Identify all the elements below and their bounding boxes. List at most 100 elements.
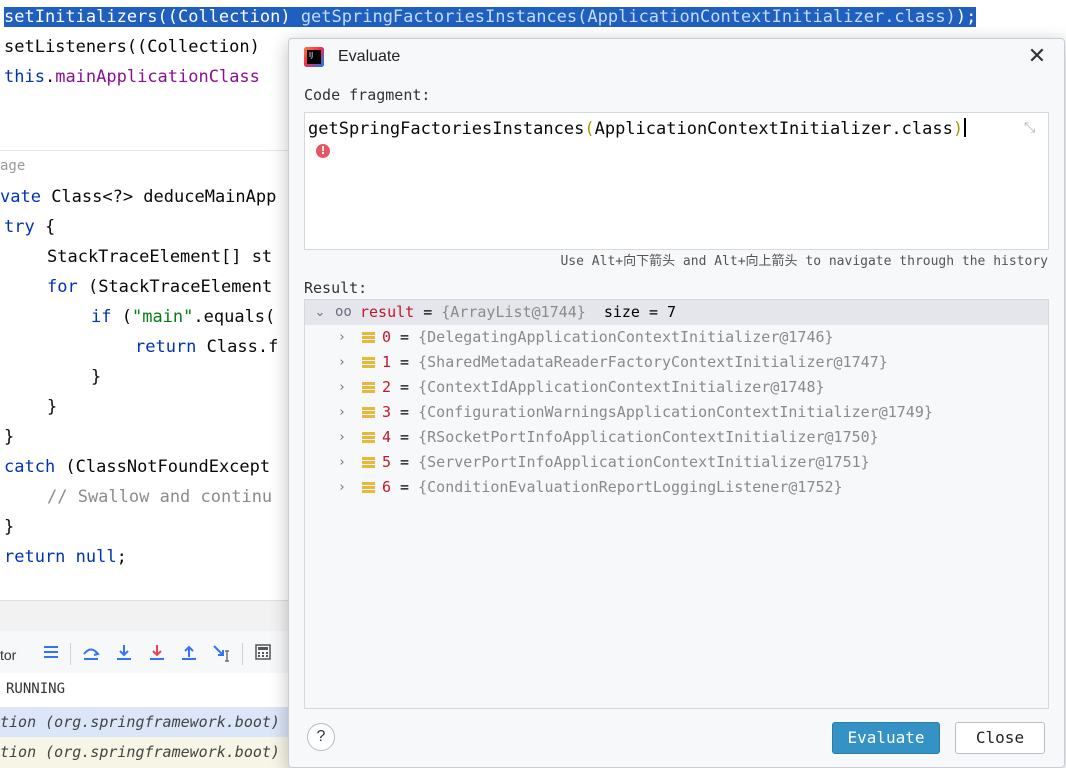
- field-icon: [362, 332, 375, 343]
- item-value: {RSocketPortInfoApplicationContextInitia…: [418, 428, 879, 446]
- code-line: setListeners((Collection): [4, 37, 260, 57]
- field-icon: [362, 432, 375, 443]
- close-button[interactable]: Close: [955, 722, 1045, 754]
- result-item-row[interactable]: › 3 = {ConfigurationWarningsApplicationCo…: [305, 400, 1048, 425]
- code-text: Class<?> deduceMainApp: [40, 187, 277, 207]
- string-literal: "main": [131, 307, 194, 327]
- threads-menu-icon[interactable]: [40, 643, 62, 665]
- code-selection: setInitializers((Collection): [4, 7, 301, 27]
- step-out-icon[interactable]: [178, 643, 200, 665]
- code-text: Class.f: [196, 337, 279, 357]
- dialog-title: Evaluate: [338, 48, 401, 65]
- thread-status[interactable]: RUNNING: [0, 673, 290, 707]
- keyword: vate: [0, 187, 41, 207]
- code-text: .: [44, 67, 56, 87]
- force-step-into-icon[interactable]: [146, 643, 168, 665]
- step-over-icon[interactable]: [80, 643, 102, 665]
- result-item-row[interactable]: › 6 = {ConditionEvaluationReportLoggingLi…: [305, 475, 1048, 500]
- code-line: setInitializers((Collection) getSpringFa…: [4, 2, 977, 32]
- toolbar-divider: [242, 643, 243, 665]
- keyword: try: [4, 217, 35, 237]
- keyword: return: [4, 547, 66, 567]
- stack-frame[interactable]: tion (org.springframework.boot): [0, 737, 290, 768]
- chevron-right-icon[interactable]: ›: [335, 375, 349, 400]
- result-item-row[interactable]: › 5 = {ServerPortInfoApplicationContextIn…: [305, 450, 1048, 475]
- method-name: getSpringFactoriesInstances: [308, 119, 585, 139]
- result-item-row[interactable]: › 2 = {ContextIdApplicationContextInitial…: [305, 375, 1048, 400]
- dialog-title-bar[interactable]: IJ Evaluate ✕: [289, 39, 1064, 75]
- stack-frame[interactable]: tion (org.springframework.boot): [0, 707, 290, 737]
- item-value: {DelegatingApplicationContextInitializer…: [418, 328, 834, 346]
- result-item-text: 1 = {SharedMetadataReaderFactoryContextI…: [382, 350, 888, 375]
- code-line: }: [91, 367, 102, 387]
- code-text: {: [34, 217, 56, 237]
- item-value: {ConfigurationWarningsApplicationContext…: [418, 403, 933, 421]
- code-comment: // Swallow and continu: [47, 487, 273, 507]
- field-icon: [362, 482, 375, 493]
- keyword: for: [47, 277, 78, 297]
- result-item-row[interactable]: › 4 = {RSocketPortInfoApplicationContextI…: [305, 425, 1048, 450]
- item-index: 2: [382, 378, 392, 396]
- debug-panel: tor RUNNING tion (org.springframework.bo…: [0, 600, 290, 768]
- code-text: (ClassNotFoundExcept: [55, 457, 271, 477]
- chevron-right-icon[interactable]: ›: [335, 425, 349, 450]
- result-item-row[interactable]: › 1 = {SharedMetadataReaderFactoryContext…: [305, 350, 1048, 375]
- stack-frame-label: tion (org.springframework.boot): [0, 743, 280, 761]
- keyword: return: [135, 337, 197, 357]
- code-fragment-editor[interactable]: getSpringFactoriesInstances(ApplicationC…: [304, 112, 1049, 250]
- code-fragment-text: getSpringFactoriesInstances(ApplicationC…: [308, 118, 967, 139]
- result-value: {ArrayList@1744}: [441, 303, 586, 321]
- code-line: this.mainApplicationClass: [4, 62, 260, 92]
- result-item-row[interactable]: › 0 = {DelegatingApplicationContextInitia…: [305, 325, 1048, 350]
- method-argument: ApplicationContextInitializer.class: [594, 119, 953, 139]
- evaluate-expression-icon[interactable]: [252, 643, 274, 665]
- result-item-text: 5 = {ServerPortInfoApplicationContextIni…: [382, 450, 870, 475]
- run-to-cursor-icon[interactable]: [211, 643, 233, 665]
- code-line: for (StackTraceElement: [47, 272, 272, 302]
- item-value: {ContextIdApplicationContextInitializer@…: [418, 378, 825, 396]
- error-icon[interactable]: !: [316, 144, 330, 158]
- field-icon: [362, 407, 375, 418]
- chevron-down-icon[interactable]: ⌄: [313, 300, 327, 325]
- code-text: .equals(: [193, 307, 276, 327]
- close-icon[interactable]: ✕: [1025, 45, 1049, 69]
- field-icon: [362, 457, 375, 468]
- item-index: 1: [382, 353, 392, 371]
- toolbar-divider: [70, 643, 71, 665]
- chevron-right-icon[interactable]: ›: [335, 400, 349, 425]
- code-line: catch (ClassNotFoundExcept: [4, 452, 270, 482]
- result-item-text: 6 = {ConditionEvaluationReportLoggingLis…: [382, 475, 843, 500]
- item-value: {ConditionEvaluationReportLoggingListene…: [418, 478, 843, 496]
- field-icon: [362, 382, 375, 393]
- code-line: try {: [4, 212, 55, 242]
- item-eq: =: [391, 428, 419, 446]
- item-eq: =: [391, 403, 419, 421]
- chevron-right-icon[interactable]: ›: [335, 475, 349, 500]
- result-size: size = 7: [585, 303, 677, 321]
- result-tree[interactable]: ⌄ oo result = {ArrayList@1744} size = 7 …: [304, 299, 1049, 709]
- chevron-right-icon[interactable]: ›: [335, 450, 349, 475]
- keyword: catch: [4, 457, 56, 477]
- debug-tab-label[interactable]: tor: [0, 647, 16, 663]
- result-item-text: 4 = {RSocketPortInfoApplicationContextIn…: [382, 425, 879, 450]
- result-name: result: [360, 303, 415, 321]
- item-eq: =: [391, 453, 419, 471]
- step-into-icon[interactable]: [113, 643, 135, 665]
- help-button[interactable]: ?: [307, 723, 335, 751]
- item-eq: =: [391, 378, 419, 396]
- stack-frame-label: tion (org.springframework.boot): [0, 713, 280, 731]
- result-item-text: 2 = {ContextIdApplicationContextInitiali…: [382, 375, 825, 400]
- evaluate-button[interactable]: Evaluate: [832, 722, 940, 754]
- result-eq: =: [414, 303, 442, 321]
- field-icon: [362, 357, 375, 368]
- chevron-right-icon[interactable]: ›: [335, 325, 349, 350]
- chevron-right-icon[interactable]: ›: [335, 350, 349, 375]
- result-root-row[interactable]: ⌄ oo result = {ArrayList@1744} size = 7: [305, 300, 1048, 325]
- keyword: this: [4, 67, 45, 87]
- code-selection-end: );: [955, 7, 977, 27]
- history-hint: Use Alt+向下箭头 and Alt+向上箭头 to navigate th…: [560, 254, 1048, 269]
- method-separator: [0, 150, 290, 151]
- collapse-icon[interactable]: ⤡: [1024, 120, 1035, 136]
- keyword: null: [75, 547, 117, 567]
- text-caret: [964, 118, 967, 137]
